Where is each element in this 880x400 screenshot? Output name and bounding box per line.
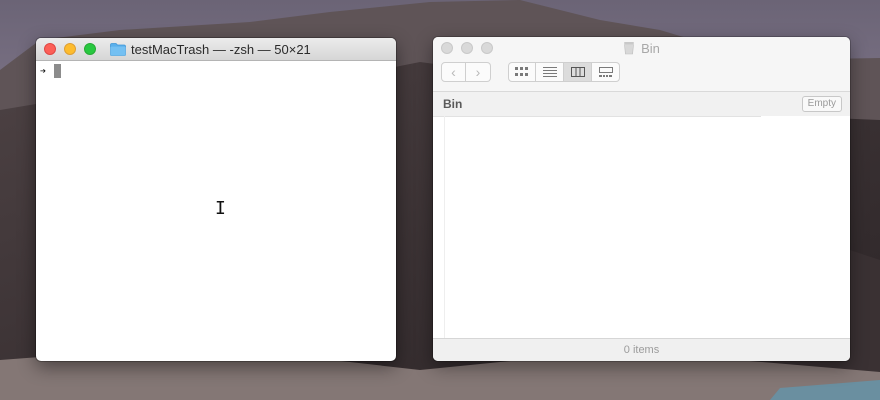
maximize-button[interactable] [84,43,96,55]
close-button[interactable] [44,43,56,55]
chevron-left-icon: ‹ [451,64,456,80]
column-browser[interactable] [433,116,850,339]
minimize-button[interactable] [64,43,76,55]
column-view-icon [570,67,585,77]
terminal-window[interactable]: testMacTrash — -zsh — 50×21 ➔ I [36,38,396,361]
status-bar: 0 items [433,338,850,361]
empty-trash-button[interactable]: Empty [801,96,842,112]
terminal-title-text: testMacTrash — -zsh — 50×21 [131,41,311,57]
folder-icon [110,42,126,56]
gallery-view-button[interactable] [592,62,620,82]
finder-title-text: Bin [641,40,660,56]
terminal-title: testMacTrash — -zsh — 50×21 [110,38,386,60]
finder-title: Bin [433,40,850,56]
chevron-right-icon: › [475,64,481,80]
trash-icon [624,42,635,55]
list-view-button[interactable] [536,62,564,82]
forward-button[interactable]: › [466,62,491,82]
column-view-button[interactable] [564,62,592,82]
terminal-content[interactable]: ➔ I [36,61,396,361]
terminal-titlebar[interactable]: testMacTrash — -zsh — 50×21 [36,38,396,61]
gallery-view-icon [598,67,613,77]
navigation-buttons: ‹ › [441,62,491,82]
back-button[interactable]: ‹ [441,62,466,82]
item-count: 0 items [623,344,660,356]
finder-toolbar[interactable]: Bin ‹ › [433,37,850,92]
text-cursor [54,64,62,78]
list-view-icon [542,67,557,77]
view-mode-selector [508,62,620,82]
finder-window[interactable]: Bin ‹ › Bin Empty 0 items [433,37,850,361]
i-beam-cursor-icon: I [215,198,226,219]
file-column[interactable] [444,116,762,339]
location-label: Bin [443,97,463,111]
icon-view-button[interactable] [508,62,536,82]
preview-column[interactable] [761,116,850,339]
path-bar: Bin Empty [433,92,850,117]
icon-view-icon [515,67,528,76]
prompt-line: ➔ [40,64,62,78]
prompt-arrow-icon: ➔ [40,65,47,77]
